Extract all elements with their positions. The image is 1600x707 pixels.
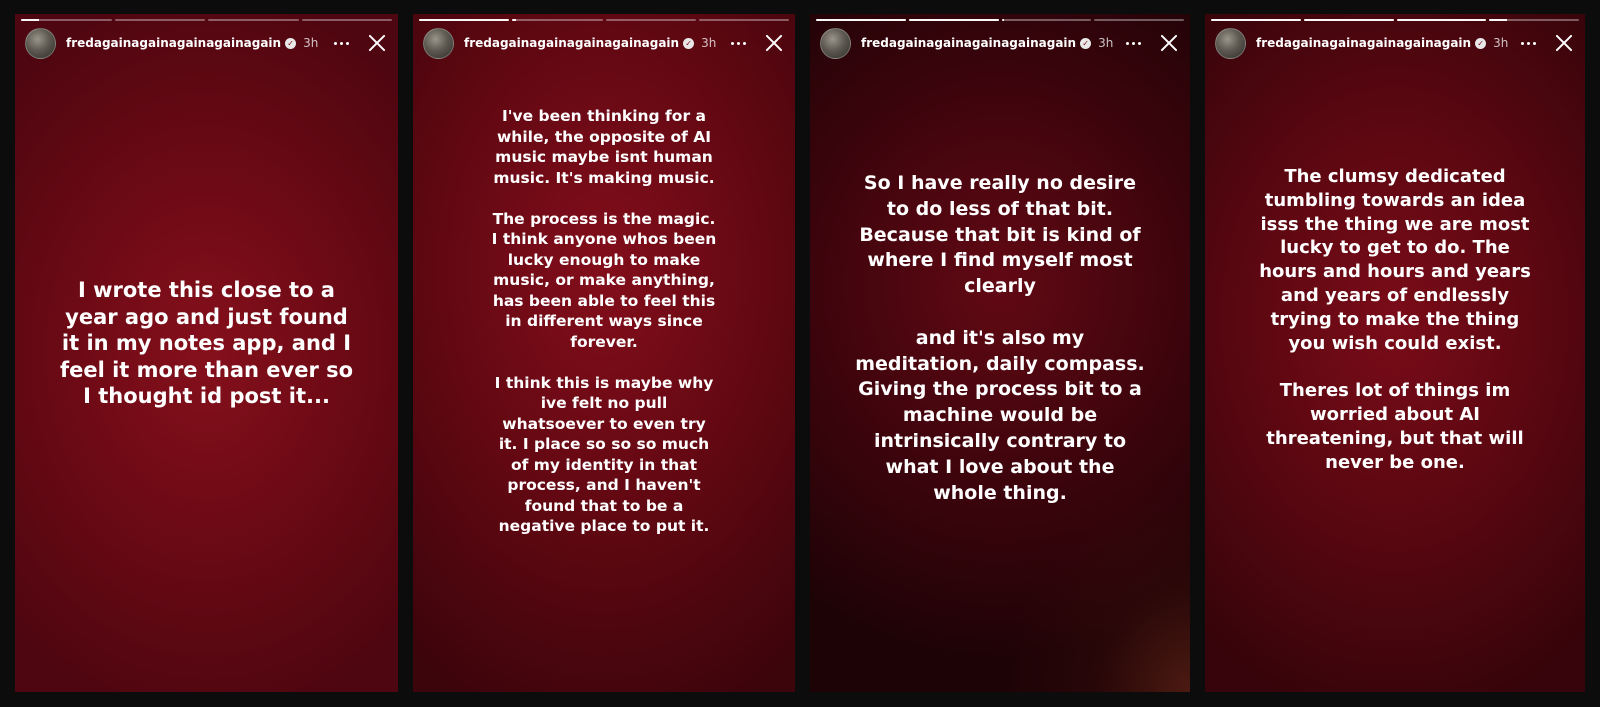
- story-header: fredagainagainagainagainagain ✓ 3h: [820, 27, 1180, 59]
- progress-segment: [816, 19, 906, 21]
- progress-segment: [1094, 19, 1184, 21]
- progress-segment: [114, 19, 205, 21]
- post-time: 3h: [701, 36, 717, 50]
- story-progress-bar: [419, 19, 789, 21]
- verified-badge-icon: ✓: [683, 37, 695, 49]
- progress-segment: [419, 19, 510, 21]
- avatar[interactable]: [423, 27, 454, 59]
- story-panel-4[interactable]: fredagainagainagainagainagain ✓ 3h The c…: [1205, 14, 1585, 692]
- story-panel-2[interactable]: fredagainagainagainagainagain ✓ 3h I've …: [413, 14, 795, 692]
- more-dots-icon[interactable]: [1517, 33, 1539, 53]
- story-text: So I have really no desire to do less of…: [855, 172, 1145, 504]
- avatar[interactable]: [1215, 27, 1246, 59]
- story-header: fredagainagainagainagainagain ✓ 3h: [25, 27, 388, 59]
- story-header: fredagainagainagainagainagain ✓ 3h: [423, 27, 785, 59]
- username[interactable]: fredagainagainagainagainagain: [861, 36, 1076, 50]
- verified-badge-icon: ✓: [1475, 37, 1487, 49]
- progress-segment: [1303, 19, 1394, 21]
- close-x-icon[interactable]: [366, 32, 388, 54]
- story-text: I've been thinking for a while, the oppo…: [491, 107, 717, 535]
- progress-segment: [698, 19, 789, 21]
- progress-segment: [1396, 19, 1487, 21]
- post-time: 3h: [1493, 36, 1509, 50]
- avatar[interactable]: [820, 27, 851, 59]
- username[interactable]: fredagainagainagainagainagain: [66, 36, 281, 50]
- story-panel-1[interactable]: fredagainagainagainagainagain ✓ 3h I wro…: [15, 14, 398, 692]
- username[interactable]: fredagainagainagainagainagain: [464, 36, 679, 50]
- story-progress-bar: [816, 19, 1184, 21]
- story-text: I wrote this close to a year ago and jus…: [59, 278, 354, 408]
- story-progress-bar: [1211, 19, 1579, 21]
- post-time: 3h: [1098, 36, 1114, 50]
- progress-segment: [908, 19, 999, 21]
- more-dots-icon[interactable]: [727, 33, 749, 53]
- close-x-icon[interactable]: [1158, 32, 1180, 54]
- verified-badge-icon: ✓: [285, 37, 297, 49]
- story-progress-bar: [21, 19, 392, 21]
- close-x-icon[interactable]: [763, 32, 785, 54]
- progress-segment: [301, 19, 392, 21]
- progress-segment: [21, 19, 112, 21]
- progress-segment: [208, 19, 299, 21]
- story-text: The clumsy dedicated tumbling towards an…: [1259, 166, 1531, 473]
- post-time: 3h: [303, 36, 319, 50]
- progress-segment: [1211, 19, 1301, 21]
- progress-segment: [605, 19, 696, 21]
- verified-badge-icon: ✓: [1080, 37, 1092, 49]
- username[interactable]: fredagainagainagainagainagain: [1256, 36, 1471, 50]
- progress-segment: [1489, 19, 1579, 21]
- close-x-icon[interactable]: [1553, 32, 1575, 54]
- progress-segment: [1001, 19, 1092, 21]
- more-dots-icon[interactable]: [1122, 33, 1144, 53]
- more-dots-icon[interactable]: [330, 33, 352, 53]
- progress-segment: [512, 19, 603, 21]
- story-panel-3[interactable]: fredagainagainagainagainagain ✓ 3h So I …: [810, 14, 1190, 692]
- story-header: fredagainagainagainagainagain ✓ 3h: [1215, 27, 1575, 59]
- avatar[interactable]: [25, 27, 56, 59]
